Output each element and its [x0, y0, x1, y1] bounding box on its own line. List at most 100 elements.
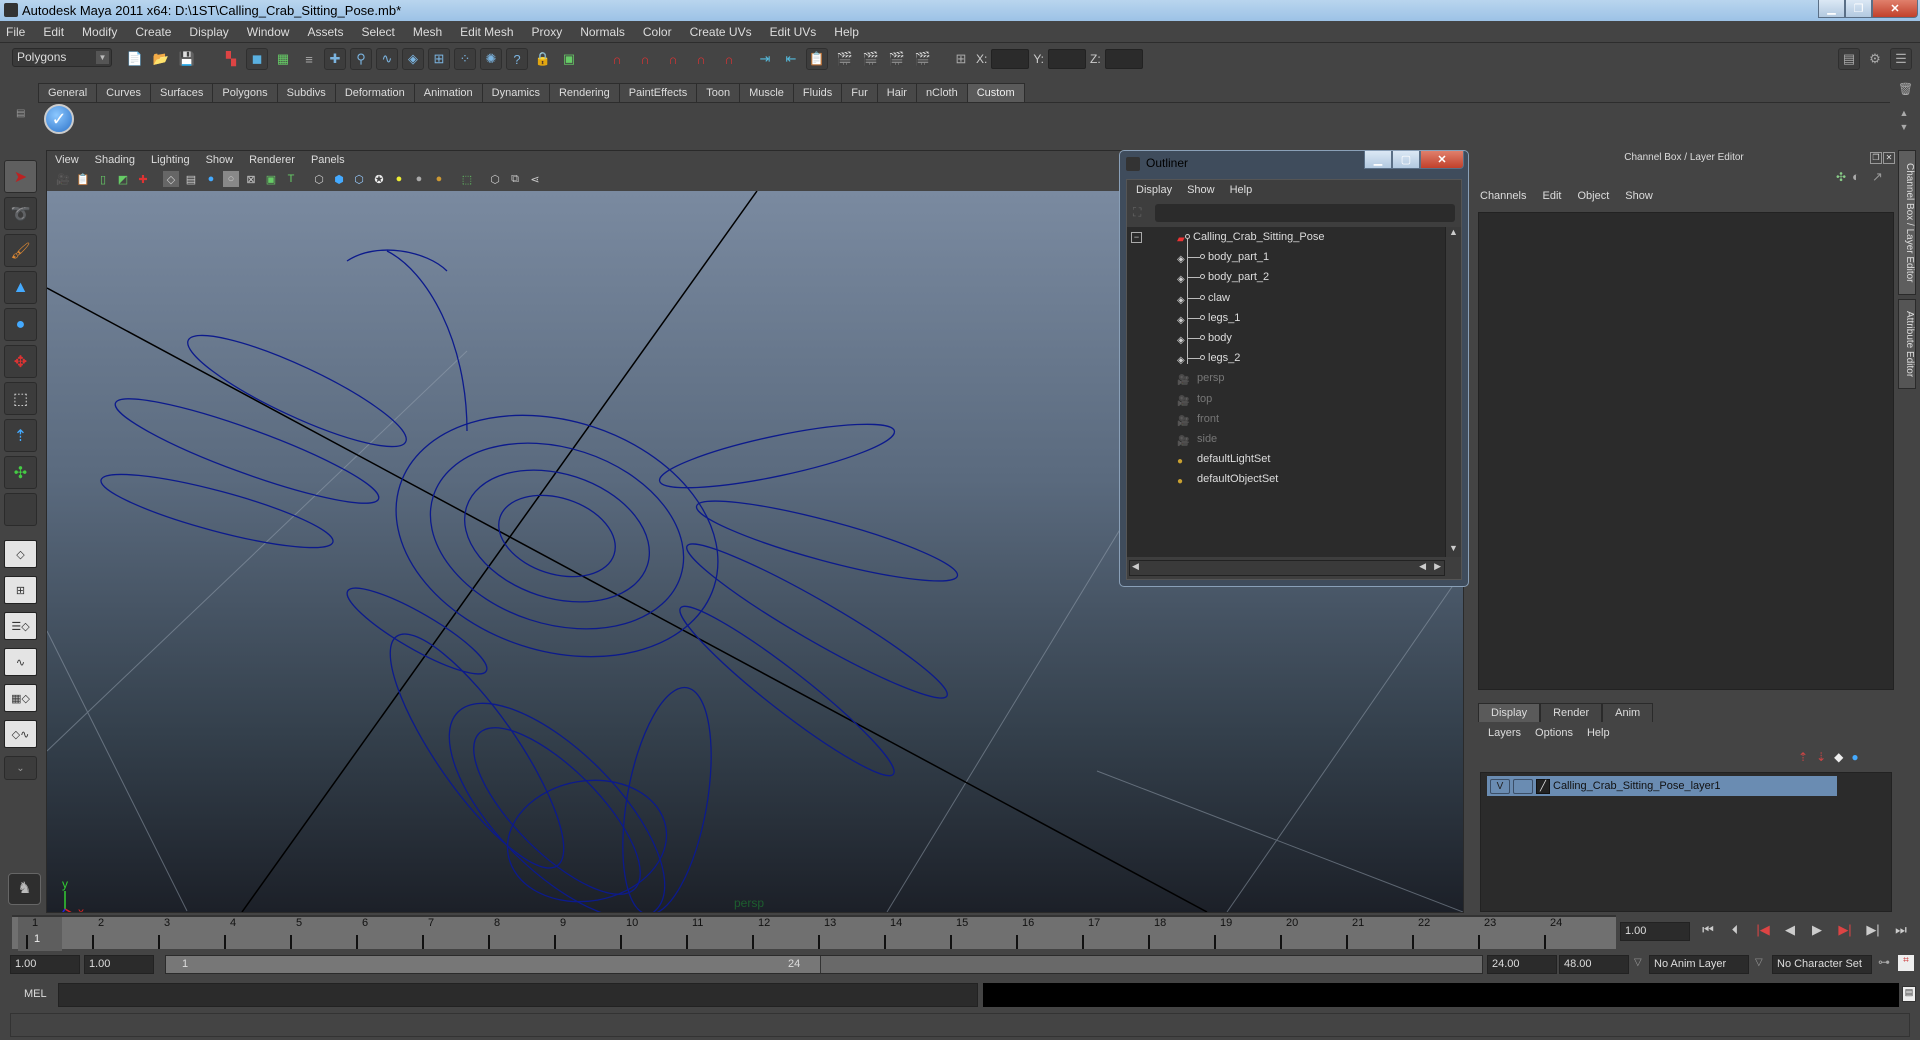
layer-menu-layers[interactable]: Layers	[1488, 727, 1521, 739]
z-field[interactable]	[1104, 49, 1143, 69]
channel-menu-object[interactable]: Object	[1577, 190, 1609, 202]
viewport-menu-view[interactable]: View	[55, 154, 79, 166]
persp-outliner-graph-layout-icon[interactable]: ◇∿	[4, 720, 37, 748]
gate-mask-icon[interactable]: ○	[223, 171, 239, 187]
maya-logo-icon[interactable]: ♞	[8, 873, 41, 905]
anim-layer-select[interactable]: No Anim Layer	[1649, 955, 1749, 974]
ipr-render-icon[interactable]: 🎬	[886, 48, 908, 70]
persp-graph-layout-icon[interactable]: ∿	[4, 648, 37, 676]
menu-help[interactable]: Help	[834, 25, 859, 39]
viewport-menu-renderer[interactable]: Renderer	[249, 154, 295, 166]
universal-manipulator-icon[interactable]: ⬚	[4, 382, 37, 415]
move-layer-down-icon[interactable]: ⇣	[1816, 750, 1826, 764]
channel-menu-channels[interactable]: Channels	[1480, 190, 1526, 202]
playback-start-field[interactable]: 1.00	[84, 955, 154, 974]
shelf-tab-curves[interactable]: Curves	[96, 83, 151, 102]
side-tab-channel-box[interactable]: Channel Box / Layer Editor	[1898, 150, 1916, 295]
scroll-up-icon[interactable]: ▲	[1446, 227, 1461, 241]
wireframe-on-shaded-icon[interactable]: ⬡	[351, 171, 367, 187]
film-gate-icon[interactable]: ▤	[183, 171, 199, 187]
camera-attributes-icon[interactable]: 📋	[75, 171, 91, 187]
step-forward-key-icon[interactable]: ▶|	[1834, 922, 1856, 942]
scale-tool-icon[interactable]: ✥	[4, 345, 37, 378]
select-curves-icon[interactable]: ∿	[376, 48, 398, 70]
menu-assets[interactable]: Assets	[307, 25, 343, 39]
scroll-left-icon-2[interactable]: ◀	[1419, 561, 1426, 572]
move-layer-up-icon[interactable]: ⇡	[1798, 750, 1808, 764]
side-tab-attribute-editor[interactable]: Attribute Editor	[1898, 299, 1916, 389]
soft-modification-tool-icon[interactable]: ⇡	[4, 419, 37, 452]
y-field[interactable]	[1048, 49, 1087, 69]
layer-type-toggle[interactable]	[1513, 778, 1533, 794]
auto-key-icon[interactable]: ⊶	[1878, 955, 1890, 969]
outliner-item[interactable]: ◈ claw	[1127, 288, 1445, 308]
menu-edit[interactable]: Edit	[43, 25, 64, 39]
animation-preferences-icon[interactable]: ⌗	[1898, 955, 1914, 971]
scroll-left-icon[interactable]: ◀	[1132, 561, 1139, 572]
safe-action-icon[interactable]: ▣	[263, 171, 279, 187]
snap-to-grid-icon[interactable]: ∩	[606, 48, 628, 70]
menu-proxy[interactable]: Proxy	[532, 25, 563, 39]
menu-modify[interactable]: Modify	[82, 25, 117, 39]
grid-toggle-icon[interactable]: ◇	[163, 171, 179, 187]
animation-end-field[interactable]: 48.00	[1559, 955, 1629, 974]
select-joints-icon[interactable]: ⚲	[350, 48, 372, 70]
outliner-item[interactable]: ◈ legs_1	[1127, 308, 1445, 328]
rotate-tool-icon[interactable]: ●	[4, 308, 37, 341]
outliner-item[interactable]: ◈ body	[1127, 328, 1445, 348]
shelf-tab-subdivs[interactable]: Subdivs	[276, 83, 336, 102]
command-language-label[interactable]: MEL	[24, 988, 47, 1000]
scroll-right-icon[interactable]: ▶	[1434, 561, 1441, 572]
paint-select-tool-icon[interactable]: 🖌	[4, 234, 37, 267]
channel-menu-edit[interactable]: Edit	[1542, 190, 1561, 202]
four-view-layout-icon[interactable]: ⊞	[4, 576, 37, 604]
outliner-item[interactable]: ◈ legs_2	[1127, 348, 1445, 368]
outliner-persp-layout-icon[interactable]: ☰◇	[4, 612, 37, 640]
scroll-down-icon[interactable]: ▼	[1446, 543, 1461, 557]
filter-icon[interactable]: ⛶	[1133, 205, 1141, 220]
select-surfaces-icon[interactable]: ◈	[402, 48, 424, 70]
playback-end-field[interactable]: 24.00	[1487, 955, 1557, 974]
create-empty-layer-icon[interactable]: ◆	[1834, 750, 1843, 764]
step-forward-frame-icon[interactable]: ▶|	[1862, 922, 1884, 942]
tool-settings-toggle-icon[interactable]: ⚙	[1864, 48, 1886, 70]
script-editor-icon[interactable]: ▤	[1902, 986, 1916, 1002]
restore-button[interactable]: ❐	[1845, 0, 1872, 18]
arrow-icon[interactable]: ↗	[1872, 169, 1883, 185]
smooth-shade-icon[interactable]: ⬢	[331, 171, 347, 187]
outliner-menu-show[interactable]: Show	[1187, 184, 1215, 196]
outliner-item[interactable]: 🎥 top	[1127, 389, 1445, 409]
shelf-tab-fur[interactable]: Fur	[841, 83, 878, 102]
menu-file[interactable]: File	[6, 25, 25, 39]
bookmark-icon[interactable]: ▯	[95, 171, 111, 187]
image-plane-icon[interactable]: ◩	[115, 171, 131, 187]
outliner-menu-help[interactable]: Help	[1230, 184, 1253, 196]
shelf-tab-toon[interactable]: Toon	[696, 83, 741, 102]
layer-tab-display[interactable]: Display	[1478, 703, 1541, 722]
go-to-end-icon[interactable]: ⏭	[1890, 922, 1912, 942]
lock-selection-icon[interactable]: 🔒	[532, 48, 554, 70]
construction-history-icon[interactable]: 📋	[806, 48, 828, 70]
outliner-vertical-scrollbar[interactable]: ▲ ▼	[1445, 227, 1461, 557]
render-settings-icon[interactable]: 🎬	[912, 48, 934, 70]
shelf-tab-dynamics[interactable]: Dynamics	[481, 83, 550, 102]
select-deformations-icon[interactable]: ⊞	[428, 48, 450, 70]
outliner-item[interactable]: ◈ body_part_2	[1127, 267, 1445, 287]
shelf-tab-muscle[interactable]: Muscle	[739, 83, 794, 102]
outliner-horizontal-scrollbar[interactable]: ◀ ◀ ▶	[1129, 560, 1445, 576]
time-slider[interactable]: 1 1 2 3 4 5 6 7 8 9 10 11 12 13 14 15 16 17 18 19 20 21 22 23 2…	[12, 915, 1616, 951]
shelf-tab-polygons[interactable]: Polygons	[212, 83, 278, 102]
current-frame-field[interactable]: 1.00	[1620, 922, 1690, 941]
play-backwards-icon[interactable]: ◀	[1779, 922, 1801, 942]
attribute-editor-toggle-icon[interactable]: ▤	[1838, 48, 1860, 70]
animation-start-field[interactable]: 1.00	[10, 955, 80, 974]
channel-box-toggle-icon[interactable]: ☰	[1890, 48, 1912, 70]
menu-normals[interactable]: Normals	[580, 25, 625, 39]
select-component-icon[interactable]: ▦	[272, 48, 294, 70]
input-ops-icon[interactable]: ⇥	[754, 48, 776, 70]
layer-tab-anim[interactable]: Anim	[1602, 703, 1654, 722]
render-view-icon[interactable]: 🎬	[834, 48, 856, 70]
absolute-transform-icon[interactable]: ⊞	[950, 48, 972, 70]
outliner-maximize-button[interactable]: ▢	[1392, 151, 1420, 169]
select-camera-icon[interactable]: 🎥	[55, 171, 71, 187]
